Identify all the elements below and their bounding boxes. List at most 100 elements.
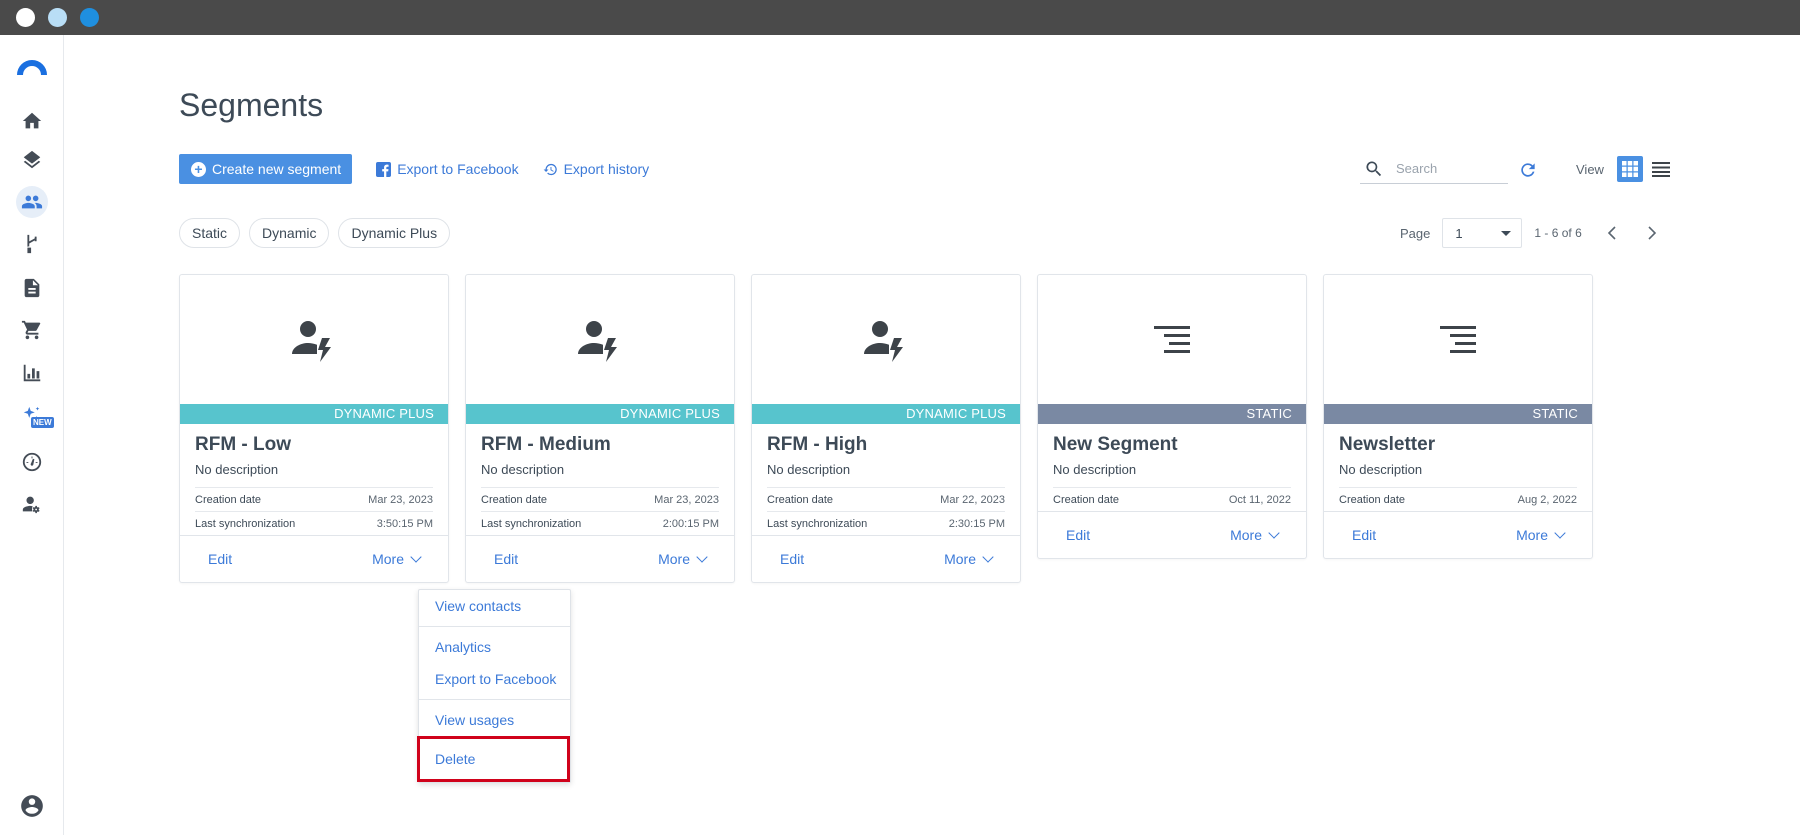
segment-card[interactable]: STATIC New Segment No description Creati… (1037, 274, 1307, 559)
export-history-button[interactable]: Export history (543, 161, 649, 177)
segment-card[interactable]: DYNAMIC PLUS RFM - Medium No description… (465, 274, 735, 583)
segment-type-filters: Static Dynamic Dynamic Plus (179, 218, 451, 248)
creation-date-value: Mar 22, 2023 (940, 494, 1005, 506)
menu-divider (419, 699, 570, 700)
app-logo-icon[interactable] (17, 55, 47, 77)
profile-avatar-icon[interactable] (19, 793, 45, 819)
static-list-icon (1440, 325, 1476, 353)
menu-item-export-facebook[interactable]: Export to Facebook (419, 663, 570, 695)
next-page-button[interactable] (1642, 223, 1662, 243)
card-footer: Edit More (1324, 511, 1592, 558)
more-dropdown-button[interactable]: More (1230, 526, 1280, 543)
list-view-button[interactable] (1648, 156, 1674, 182)
card-icon-area (1324, 275, 1592, 404)
window-close-dot[interactable] (16, 8, 35, 27)
nav-home-icon[interactable] (16, 105, 48, 137)
nav-ai-sparkle-icon[interactable]: NEW (16, 400, 54, 432)
more-dropdown-button[interactable]: More (1516, 526, 1566, 543)
search-icon (1366, 161, 1382, 176)
last-sync-row: Last synchronization 2:30:15 PM (767, 511, 1005, 535)
nav-chart-icon[interactable] (16, 357, 48, 389)
creation-date-label: Creation date (481, 494, 548, 506)
card-body: RFM - High No description Creation date M… (752, 424, 1020, 535)
segment-card[interactable]: STATIC Newsletter No description Creatio… (1323, 274, 1593, 559)
creation-date-label: Creation date (767, 494, 834, 506)
nav-layers-icon[interactable] (16, 144, 48, 176)
chevron-down-icon (1268, 526, 1280, 539)
more-label: More (1516, 527, 1548, 543)
edit-link[interactable]: Edit (494, 551, 518, 567)
more-dropdown-button[interactable]: More (372, 550, 422, 567)
nav-contacts-icon[interactable] (16, 186, 48, 218)
nav-document-icon[interactable] (16, 272, 48, 304)
more-label: More (658, 551, 690, 567)
creation-date-label: Creation date (1339, 494, 1406, 506)
nav-gauge-icon[interactable] (16, 446, 48, 478)
edit-link[interactable]: Edit (780, 551, 804, 567)
view-label: View (1576, 162, 1604, 177)
card-footer: Edit More (466, 535, 734, 582)
card-footer: Edit More (180, 535, 448, 582)
segment-meta: Creation date Mar 23, 2023 Last synchroni… (195, 487, 433, 535)
menu-item-view-contacts[interactable]: View contacts (419, 590, 570, 622)
create-segment-label: Create new segment (212, 161, 342, 177)
creation-date-value: Oct 11, 2022 (1228, 494, 1291, 506)
nav-workflow-icon[interactable] (16, 228, 48, 260)
creation-date-label: Creation date (195, 494, 262, 506)
export-facebook-button[interactable]: Export to Facebook (376, 161, 519, 177)
card-body: RFM - Medium No description Creation dat… (466, 424, 734, 535)
menu-item-view-usages[interactable]: View usages (419, 704, 570, 736)
more-label: More (1230, 527, 1262, 543)
segment-title: New Segment (1053, 434, 1178, 455)
more-dropdown-button[interactable]: More (658, 550, 708, 567)
chevron-right-icon (1648, 226, 1656, 240)
page-select[interactable]: 1 (1442, 218, 1523, 248)
export-facebook-label: Export to Facebook (397, 161, 519, 177)
prev-page-button[interactable] (1602, 223, 1622, 243)
segment-title: Newsletter (1339, 434, 1436, 455)
filter-chip-dynamic[interactable]: Dynamic (249, 218, 330, 248)
chevron-down-icon (696, 550, 708, 563)
menu-item-delete[interactable]: Delete (417, 736, 570, 782)
segment-title: RFM - Low (195, 434, 292, 455)
nav-cart-icon[interactable] (16, 314, 48, 346)
segment-description: No description (767, 462, 851, 477)
creation-date-row: Creation date Oct 11, 2022 (1053, 487, 1291, 511)
edit-link[interactable]: Edit (1066, 527, 1090, 543)
chevron-down-icon (982, 550, 994, 563)
segment-description: No description (1339, 462, 1423, 477)
window-maximize-dot[interactable] (80, 8, 99, 27)
window-minimize-dot[interactable] (48, 8, 67, 27)
edit-link[interactable]: Edit (208, 551, 232, 567)
filter-chip-dynamic-plus[interactable]: Dynamic Plus (338, 218, 451, 248)
history-icon (543, 163, 557, 175)
last-sync-row: Last synchronization 3:50:15 PM (195, 511, 433, 535)
chevron-down-icon (1554, 526, 1566, 539)
segment-card[interactable]: DYNAMIC PLUS RFM - Low No description Cr… (179, 274, 449, 583)
creation-date-row: Creation date Mar 23, 2023 (195, 487, 433, 511)
filter-chip-static[interactable]: Static (179, 218, 241, 248)
nav-user-settings-icon[interactable] (16, 488, 48, 520)
list-icon (1652, 162, 1670, 177)
segment-meta: Creation date Aug 2, 2022 (1339, 487, 1577, 511)
pagination: Page 1 1 - 6 of 6 (1400, 218, 1662, 248)
menu-item-analytics[interactable]: Analytics (419, 631, 570, 663)
page-label: Page (1400, 225, 1431, 241)
edit-link[interactable]: Edit (1352, 527, 1376, 543)
page-range: 1 - 6 of 6 (1534, 226, 1582, 240)
segment-title: RFM - Medium (481, 434, 611, 455)
segment-type-banner: DYNAMIC PLUS (466, 404, 734, 424)
creation-date-value: Aug 2, 2022 (1517, 494, 1577, 506)
grid-view-button[interactable] (1617, 156, 1643, 182)
segment-toolbar: + Create new segment Export to Facebook … (179, 154, 649, 184)
segment-card[interactable]: DYNAMIC PLUS RFM - High No description C… (751, 274, 1021, 583)
last-sync-label: Last synchronization (481, 518, 582, 530)
more-dropdown-button[interactable]: More (944, 550, 994, 567)
create-segment-button[interactable]: + Create new segment (179, 154, 353, 184)
creation-date-value: Mar 23, 2023 (654, 494, 719, 506)
chevron-left-icon (1607, 226, 1616, 240)
last-sync-label: Last synchronization (767, 518, 868, 530)
creation-date-value: Mar 23, 2023 (368, 494, 433, 506)
refresh-icon[interactable] (1518, 160, 1538, 180)
search-input[interactable] (1396, 161, 1496, 176)
